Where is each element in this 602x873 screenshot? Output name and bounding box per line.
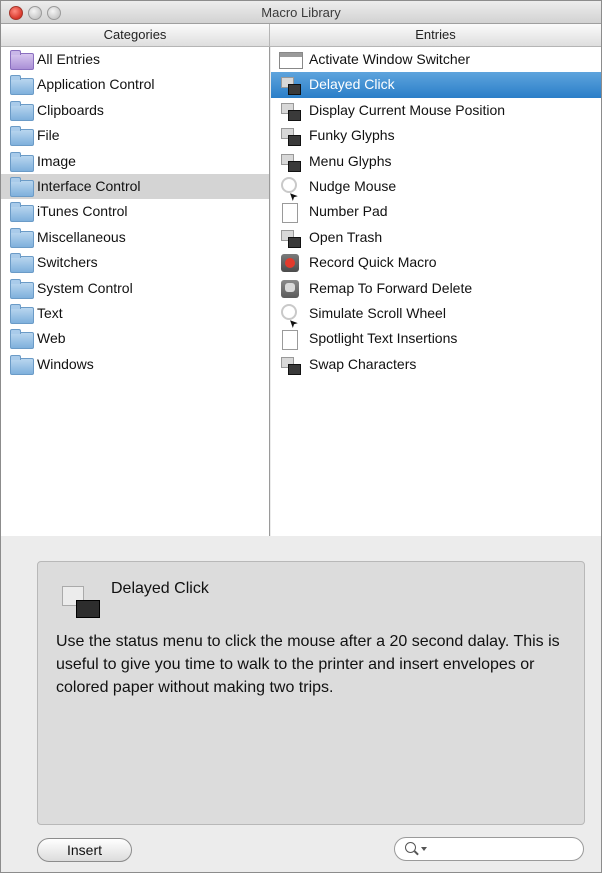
entry-label: Activate Window Switcher	[309, 51, 471, 67]
entry-item-simulate-scroll-wheel[interactable]: Simulate Scroll Wheel	[271, 301, 601, 326]
search-input[interactable]	[431, 840, 581, 860]
entry-item-menu-glyphs[interactable]: Menu Glyphs	[271, 149, 601, 174]
entry-label: Nudge Mouse	[309, 177, 397, 194]
category-item-text[interactable]: Text	[1, 301, 269, 326]
category-label: Image	[37, 152, 76, 169]
stacked-windows-icon	[279, 127, 301, 147]
folder-icon	[10, 278, 34, 299]
entry-label: Display Current Mouse Position	[309, 101, 506, 118]
folder-icon	[10, 75, 34, 96]
entry-label: Menu Glyphs	[309, 152, 392, 169]
entry-label: Delayed Click	[309, 76, 395, 93]
entry-item-spotlight-text-insertions[interactable]: Spotlight Text Insertions	[271, 326, 601, 351]
entry-label: Simulate Scroll Wheel	[309, 304, 446, 321]
category-item-itunes-control[interactable]: iTunes Control	[1, 199, 269, 224]
entry-item-activate-window-switcher[interactable]: Activate Window Switcher	[271, 47, 601, 72]
folder-icon	[10, 100, 34, 121]
entry-item-number-pad[interactable]: Number Pad	[271, 199, 601, 224]
search-icon[interactable]	[405, 842, 416, 853]
entry-item-funky-glyphs[interactable]: Funky Glyphs	[271, 123, 601, 148]
folder-icon	[10, 253, 34, 274]
category-item-interface-control[interactable]: Interface Control	[1, 173, 269, 200]
folder-icon	[10, 329, 34, 350]
macro-library-window: Macro Library Categories Entries All Ent…	[0, 0, 602, 873]
category-item-file[interactable]: File	[1, 123, 269, 148]
entry-item-record-quick-macro[interactable]: Record Quick Macro	[271, 250, 601, 275]
category-label: Windows	[37, 355, 94, 372]
stacked-windows-icon	[279, 76, 301, 96]
entry-item-open-trash[interactable]: Open Trash	[271, 225, 601, 250]
entry-item-nudge-mouse[interactable]: Nudge Mouse	[271, 174, 601, 199]
category-item-image[interactable]: Image	[1, 149, 269, 174]
folder-icon	[10, 227, 34, 248]
category-label: Switchers	[37, 254, 98, 271]
entry-detail-panel: Delayed Click Use the status menu to cli…	[37, 561, 585, 825]
category-label: Interface Control	[37, 177, 141, 194]
folder-icon	[10, 126, 34, 147]
category-item-web[interactable]: Web	[1, 326, 269, 351]
stacked-windows-icon	[58, 582, 102, 618]
folder-icon	[10, 303, 34, 324]
title-bar[interactable]: Macro Library	[1, 1, 601, 24]
folder-icon	[10, 354, 34, 375]
entries-list[interactable]: Activate Window Switcher Delayed Click D…	[271, 47, 601, 536]
entry-label: Remap To Forward Delete	[309, 279, 473, 296]
category-item-system-control[interactable]: System Control	[1, 276, 269, 301]
document-icon	[282, 330, 298, 351]
entry-item-swap-characters[interactable]: Swap Characters	[271, 352, 601, 377]
search-field[interactable]	[394, 837, 584, 861]
category-label: Miscellaneous	[37, 228, 126, 245]
mouse-target-icon	[281, 176, 297, 193]
entry-label: Open Trash	[309, 228, 383, 245]
category-item-windows[interactable]: Windows	[1, 352, 269, 377]
stacked-windows-icon	[279, 153, 301, 172]
category-item-switchers[interactable]: Switchers	[1, 250, 269, 275]
entry-item-display-current-mouse-position[interactable]: Display Current Mouse Position	[271, 98, 601, 123]
entry-item-delayed-click[interactable]: Delayed Click	[271, 72, 601, 98]
category-item-clipboards[interactable]: Clipboards	[1, 98, 269, 123]
categories-list[interactable]: All Entries Application Control Clipboar…	[1, 47, 270, 536]
mouse-target-icon	[281, 303, 297, 320]
category-label: iTunes Control	[37, 203, 128, 220]
stacked-windows-icon	[279, 102, 301, 121]
detail-title: Delayed Click	[111, 580, 209, 597]
chevron-down-icon[interactable]	[421, 847, 427, 851]
detail-description: Use the status menu to click the mouse a…	[56, 633, 560, 696]
insert-button[interactable]: Insert	[37, 838, 132, 862]
folder-icon	[10, 151, 34, 172]
entry-label: Swap Characters	[309, 355, 417, 372]
category-label: Web	[37, 330, 66, 347]
entry-item-remap-to-forward-delete[interactable]: Remap To Forward Delete	[271, 276, 601, 301]
category-label: Clipboards	[37, 101, 104, 118]
folder-icon	[10, 176, 34, 197]
entry-label: Funky Glyphs	[309, 127, 395, 144]
window-icon	[279, 52, 303, 69]
record-icon	[281, 254, 299, 273]
stacked-windows-icon	[279, 356, 301, 375]
stacked-windows-icon	[279, 229, 301, 248]
entries-column-header[interactable]: Entries	[270, 24, 601, 47]
categories-column-header[interactable]: Categories	[1, 24, 270, 47]
remap-key-icon	[281, 279, 299, 298]
smart-folder-icon	[10, 50, 34, 70]
category-label: Application Control	[37, 76, 155, 93]
entry-label: Number Pad	[309, 203, 388, 220]
category-item-miscellaneous[interactable]: Miscellaneous	[1, 225, 269, 250]
folder-icon	[10, 202, 34, 223]
entry-label: Record Quick Macro	[309, 254, 437, 271]
category-label: File	[37, 127, 60, 144]
category-label: All Entries	[37, 51, 101, 67]
entry-label: Spotlight Text Insertions	[309, 330, 458, 347]
window-title: Macro Library	[261, 5, 341, 20]
category-item-all-entries[interactable]: All Entries	[1, 47, 269, 72]
category-label: Text	[37, 304, 63, 321]
document-icon	[282, 203, 298, 224]
category-item-application-control[interactable]: Application Control	[1, 72, 269, 97]
category-label: System Control	[37, 279, 133, 296]
